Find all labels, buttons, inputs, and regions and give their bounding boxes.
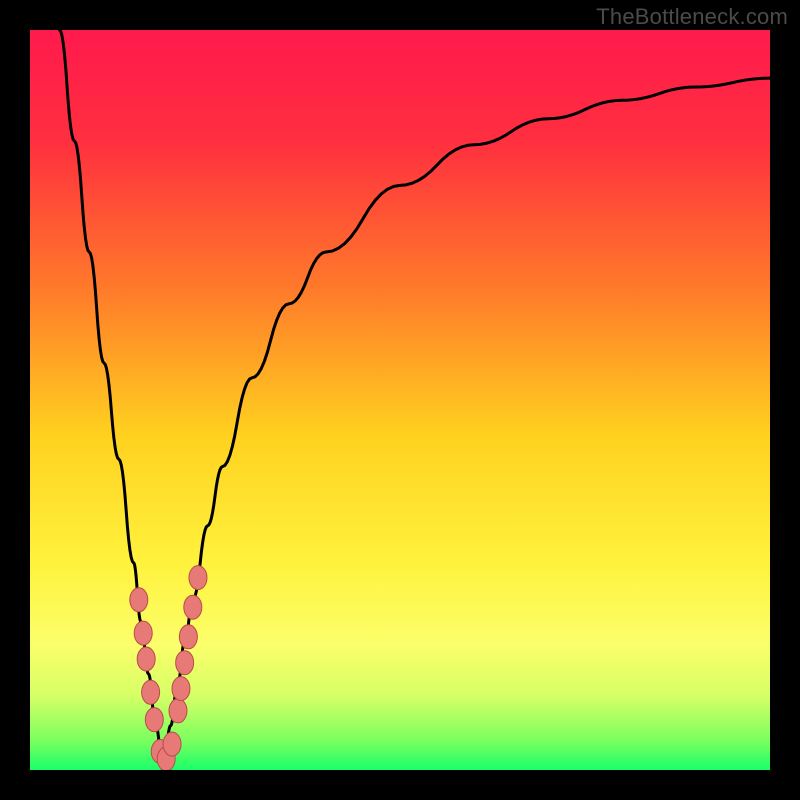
data-marker (130, 588, 148, 612)
watermark-text: TheBottleneck.com (596, 4, 788, 30)
chart-frame: TheBottleneck.com (0, 0, 800, 800)
data-marker (189, 566, 207, 590)
data-marker (172, 677, 190, 701)
data-marker (137, 647, 155, 671)
data-marker (179, 625, 197, 649)
data-marker (184, 595, 202, 619)
curve-layer (30, 30, 770, 770)
data-marker (145, 708, 163, 732)
bottleneck-curve (60, 30, 770, 770)
plot-area (30, 30, 770, 770)
data-marker (142, 680, 160, 704)
data-marker (163, 732, 181, 756)
data-marker (134, 621, 152, 645)
data-marker (169, 699, 187, 723)
data-marker (176, 651, 194, 675)
